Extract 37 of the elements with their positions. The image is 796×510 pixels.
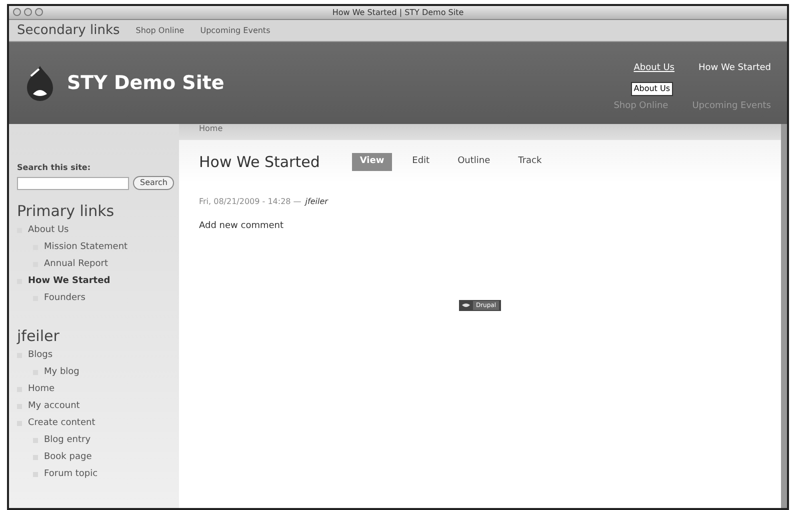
search-label: Search this site: [17,162,92,174]
primary-nav-link[interactable]: About Us [634,62,674,76]
secondary-links-title: Secondary links [17,22,120,40]
menu-link[interactable]: Founders [44,293,86,304]
breadcrumb-link[interactable]: Home [199,123,223,135]
tab[interactable]: Track [510,153,550,171]
menu-link[interactable]: Blogs [28,350,53,361]
secondary-link[interactable]: Upcoming Events [200,24,270,36]
tooltip: About Us [630,82,673,96]
menu-link[interactable]: Home [28,384,55,395]
tab[interactable]: View [352,153,392,171]
menu-link[interactable]: Book page [44,452,92,463]
menu-link[interactable]: About Us [28,225,69,236]
menu-link[interactable]: How We Started [28,276,110,287]
search-field[interactable] [17,176,129,190]
menu-link[interactable]: My account [28,401,80,412]
site-name[interactable]: STY Demo Site [67,68,224,98]
menu-link[interactable]: Forum topic [44,469,98,480]
menu-link[interactable]: Mission Statement [44,242,128,253]
page-title: How We Started [199,152,320,173]
menu-link[interactable]: Annual Report [44,259,108,270]
author-link[interactable]: jfeiler [305,196,328,208]
menu-title: jfeiler [17,327,60,345]
menu-link[interactable]: Blog entry [44,435,91,446]
submitted-date: Fri, 08/21/2009 - 14:28 — [199,196,302,208]
primary-nav-link[interactable]: How We Started [698,62,771,76]
drop-logo-icon [25,64,55,102]
menu-link[interactable]: My blog [44,367,80,378]
menu-link[interactable]: Create content [28,418,96,429]
tab[interactable]: Outline [450,153,498,171]
search-button[interactable]: Search [133,176,174,190]
comment-link[interactable]: Add new comment [199,220,761,234]
tab[interactable]: Edit [404,153,438,171]
drop-icon [460,302,471,308]
menu-title: Primary links [17,202,116,220]
window-title: How We Started | STY Demo Site [332,6,464,18]
secondary-link[interactable]: Shop Online [136,24,184,36]
